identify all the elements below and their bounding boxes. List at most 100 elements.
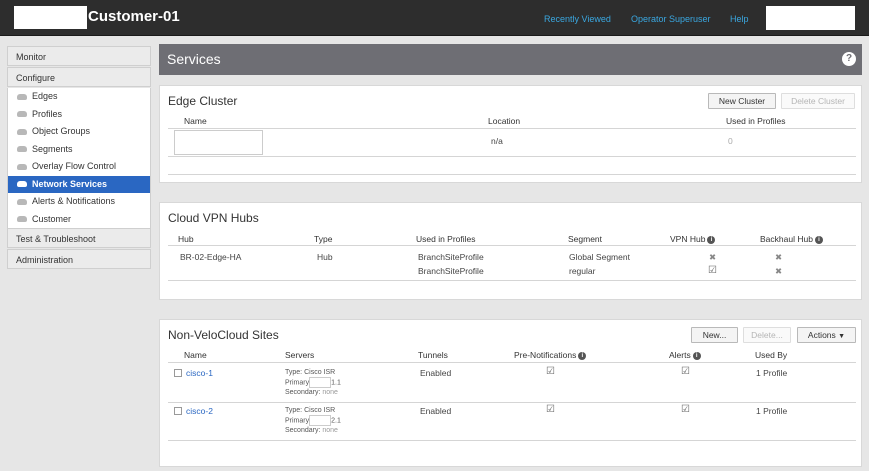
col-servers: Servers — [285, 350, 315, 360]
sidebar-item-segments[interactable]: Segments — [8, 140, 150, 158]
hub-profile: BranchSiteProfile — [418, 266, 484, 276]
cloud-icon — [17, 93, 27, 100]
x-icon: ✖ — [775, 266, 783, 276]
used-by: 1 Profile — [756, 368, 788, 378]
actions-dropdown[interactable]: Actions ▼ — [797, 327, 856, 343]
logo-redacted — [14, 6, 87, 29]
top-bar: Customer-01 Recently Viewed Operator Sup… — [0, 0, 869, 36]
services-header: Services ? — [159, 44, 862, 75]
col-location: Location — [488, 116, 521, 126]
edge-cluster-title: Edge Cluster — [168, 94, 238, 108]
col-segment: Segment — [568, 234, 603, 244]
cloud-icon — [17, 128, 27, 135]
info-icon: i — [692, 351, 701, 360]
sidebar-monitor[interactable]: Monitor — [7, 46, 151, 66]
x-icon: ✖ — [775, 252, 783, 262]
sidebar-configure[interactable]: Configure — [7, 67, 151, 87]
cloud-icon — [17, 111, 27, 118]
server-info: Type: Cisco ISR Primary 1.1 Secondary: no… — [285, 369, 341, 396]
row-divider — [168, 440, 856, 441]
sidebar-item-profiles[interactable]: Profiles — [8, 105, 150, 123]
cloud-icon — [17, 181, 27, 188]
site-link-cisco-1[interactable]: cisco-1 — [186, 368, 213, 378]
cluster-used: 0 — [728, 136, 733, 146]
cloud-icon — [17, 163, 27, 170]
cloud-icon — [17, 146, 27, 153]
cluster-name-redacted — [174, 130, 263, 155]
col-type: Type — [314, 234, 333, 244]
info-icon: i — [707, 235, 716, 244]
checkbox-checked-icon: ☑ — [681, 366, 690, 377]
col-used-in-profiles: Used in Profiles — [416, 234, 476, 244]
header-divider — [168, 362, 856, 363]
row-divider — [168, 174, 856, 175]
tunnels-status: Enabled — [420, 368, 452, 378]
sidebar-item-object-groups[interactable]: Object Groups — [8, 123, 150, 141]
col-tunnels: Tunnels — [418, 350, 448, 360]
sidebar-test-troubleshoot[interactable]: Test & Troubleshoot — [7, 228, 151, 248]
sidebar-item-network-services[interactable]: Network Services — [8, 175, 150, 193]
cloud-vpn-hubs-panel: Cloud VPN Hubs Hub Type Used in Profiles… — [159, 202, 862, 300]
sidebar-item-overlay-flow-control[interactable]: Overlay Flow Control — [8, 158, 150, 176]
sidebar-administration[interactable]: Administration — [7, 249, 151, 269]
checkbox-checked-icon: ☑ — [546, 366, 555, 377]
server-info: Type: Cisco ISR Primary 2.1 Secondary: no… — [285, 407, 341, 434]
operator-superuser-link[interactable]: Operator Superuser — [631, 14, 711, 24]
cloud-icon — [17, 216, 27, 223]
new-cluster-button[interactable]: New Cluster — [708, 93, 776, 109]
site-link-cisco-2[interactable]: cisco-2 — [186, 406, 213, 416]
col-used-in-profiles: Used in Profiles — [726, 116, 786, 126]
cluster-location: n/a — [491, 136, 503, 146]
cloud-vpn-hubs-title: Cloud VPN Hubs — [168, 211, 259, 225]
col-name: Name — [184, 350, 207, 360]
header-divider — [168, 245, 856, 246]
row-checkbox[interactable] — [174, 407, 182, 415]
cloud-icon — [17, 198, 27, 205]
col-backhaul-hub: Backhaul Hub i — [760, 234, 823, 244]
nvs-title: Non-VeloCloud Sites — [168, 328, 279, 342]
delete-cluster-button[interactable]: Delete Cluster — [781, 93, 855, 109]
row-divider — [168, 402, 856, 403]
info-icon: i — [578, 351, 587, 360]
sidebar-item-customer[interactable]: Customer — [8, 210, 150, 228]
col-vpn-hub: VPN Hub i — [670, 234, 716, 244]
checkbox-checked-icon: ☑ — [546, 404, 555, 415]
customer-title: Customer-01 — [88, 8, 180, 25]
info-icon: i — [814, 235, 823, 244]
tunnels-status: Enabled — [420, 406, 452, 416]
sidebar-item-edges[interactable]: Edges — [8, 88, 150, 106]
hub-profile: BranchSiteProfile — [418, 252, 484, 262]
row-checkbox[interactable] — [174, 369, 182, 377]
header-divider — [168, 128, 856, 129]
services-title: Services — [167, 51, 221, 67]
col-pre-notifications: Pre-Notifications i — [514, 350, 587, 360]
x-icon: ✖ — [709, 252, 717, 262]
checkbox-checked-icon: ☑ — [681, 404, 690, 415]
col-alerts: Alerts i — [669, 350, 701, 360]
checkbox-checked-icon: ☑ — [708, 265, 717, 276]
used-by: 1 Profile — [756, 406, 788, 416]
non-velocloud-sites-panel: Non-VeloCloud Sites New... Delete... Act… — [159, 319, 862, 467]
caret-down-icon: ▼ — [838, 333, 846, 340]
col-used-by: Used By — [755, 350, 788, 360]
sidebar-item-alerts-notifications[interactable]: Alerts & Notifications — [8, 193, 150, 211]
ip-redacted — [309, 415, 332, 426]
hub-name: BR-02-Edge-HA — [180, 252, 242, 262]
recently-viewed-link[interactable]: Recently Viewed — [544, 14, 611, 24]
help-icon[interactable]: ? — [842, 52, 856, 66]
delete-site-button[interactable]: Delete... — [743, 327, 791, 343]
col-hub: Hub — [178, 234, 194, 244]
edge-cluster-panel: Edge Cluster New Cluster Delete Cluster … — [159, 85, 862, 183]
row-divider — [168, 156, 856, 157]
help-link[interactable]: Help — [730, 14, 749, 24]
user-redacted — [766, 6, 855, 30]
hub-segment: regular — [569, 266, 596, 276]
hub-segment: Global Segment — [569, 252, 630, 262]
hub-type: Hub — [317, 252, 333, 262]
col-name: Name — [184, 116, 207, 126]
sidebar: Monitor Configure Edges Profiles Object … — [7, 46, 151, 270]
row-divider — [168, 280, 856, 281]
new-site-button[interactable]: New... — [691, 327, 738, 343]
main-content: Services ? Edge Cluster New Cluster Dele… — [159, 44, 862, 467]
ip-redacted — [309, 377, 332, 388]
